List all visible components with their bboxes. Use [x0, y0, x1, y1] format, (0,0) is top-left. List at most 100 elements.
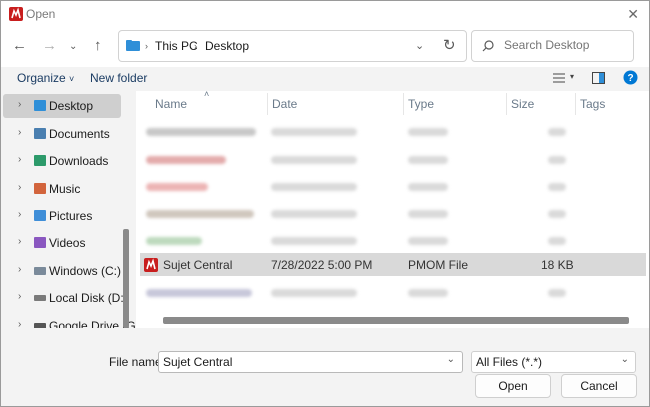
- expand-chevron-icon[interactable]: ›: [18, 264, 21, 275]
- app-file-icon: [144, 258, 158, 272]
- navigation-scrollbar[interactable]: [123, 229, 129, 328]
- new-folder-button[interactable]: New folder: [90, 71, 147, 85]
- sidebar-item-downloads[interactable]: › Downloads: [3, 149, 121, 173]
- up-arrow-icon[interactable]: ↑: [94, 37, 102, 54]
- column-header-date[interactable]: Date: [272, 97, 297, 111]
- address-bar[interactable]: › This PC › Desktop ⌄ ↻: [118, 30, 467, 62]
- navigation-pane: › Desktop › Documents › Downloads › Musi…: [1, 91, 136, 328]
- obscured-text: [271, 183, 357, 191]
- obscured-text: [548, 128, 566, 136]
- expand-chevron-icon[interactable]: ›: [18, 182, 21, 193]
- file-row-obscured[interactable]: [140, 148, 646, 171]
- sidebar-item-local-disk-d[interactable]: › Local Disk (D:): [3, 286, 128, 310]
- svg-text:?: ?: [627, 73, 633, 84]
- column-divider[interactable]: [403, 93, 404, 115]
- obscured-text: [408, 183, 448, 191]
- forward-arrow-icon[interactable]: →: [42, 37, 57, 54]
- sidebar-item-label: Local Disk (D:): [49, 291, 128, 305]
- obscured-text: [271, 156, 357, 164]
- expand-chevron-icon[interactable]: ›: [18, 291, 21, 302]
- desktop-icon: [34, 100, 46, 111]
- close-icon[interactable]: ✕: [627, 6, 639, 23]
- file-row-obscured[interactable]: [140, 281, 646, 304]
- obscured-text: [548, 156, 566, 164]
- videos-icon: [34, 237, 46, 248]
- file-row-obscured[interactable]: [140, 120, 646, 143]
- sidebar-item-label: Documents: [49, 127, 110, 141]
- file-name-dropdown-chevron-icon[interactable]: ⌄: [447, 354, 455, 365]
- horizontal-scrollbar[interactable]: [163, 317, 629, 324]
- music-icon: [34, 183, 46, 194]
- file-row-obscured[interactable]: [140, 229, 646, 252]
- title-bar: Open ✕: [1, 1, 649, 27]
- view-options-icon[interactable]: [553, 73, 565, 83]
- sidebar-item-label: Music: [49, 182, 81, 196]
- sidebar-item-label: Windows (C:): [49, 264, 122, 278]
- downloads-icon: [34, 155, 46, 166]
- app-logo-icon: [9, 7, 23, 21]
- file-type-select[interactable]: All Files (*.*) ⌄: [471, 351, 636, 373]
- back-arrow-icon[interactable]: ←: [12, 37, 27, 54]
- obscured-text: [408, 210, 448, 218]
- column-header-type[interactable]: Type: [408, 97, 434, 111]
- obscured-text: [146, 183, 208, 191]
- open-dialog: Open ✕ ← → ⌄ ↑ › This PC › Desktop ⌄ ↻ S…: [0, 0, 650, 407]
- search-input[interactable]: [502, 37, 631, 53]
- file-type-value: All Files (*.*): [476, 355, 543, 369]
- recent-locations-chevron-icon[interactable]: ⌄: [69, 41, 77, 52]
- obscured-text: [271, 210, 357, 218]
- expand-chevron-icon[interactable]: ›: [18, 127, 21, 138]
- expand-chevron-icon[interactable]: ›: [18, 236, 21, 247]
- sidebar-item-videos[interactable]: › Videos: [3, 231, 121, 255]
- obscured-text: [271, 289, 357, 297]
- organize-menu[interactable]: Organize ˅: [17, 71, 74, 85]
- file-row-obscured[interactable]: [140, 175, 646, 198]
- file-name-field[interactable]: Sujet Central: [163, 355, 232, 369]
- file-name-combobox[interactable]: Sujet Central ⌄: [158, 351, 463, 373]
- organize-chevron-icon: ˅: [69, 74, 75, 84]
- view-options-chevron-icon[interactable]: ▾: [570, 72, 574, 81]
- preview-pane-icon[interactable]: [592, 72, 605, 84]
- expand-chevron-icon[interactable]: ›: [18, 154, 21, 165]
- cancel-button[interactable]: Cancel: [561, 374, 637, 398]
- column-header-name[interactable]: Name: [155, 97, 187, 111]
- sidebar-item-google-drive[interactable]: › Google Drive (G: [3, 314, 136, 328]
- sidebar-item-desktop[interactable]: › Desktop: [3, 94, 121, 118]
- obscured-text: [548, 237, 566, 245]
- column-header-tags[interactable]: Tags: [580, 97, 605, 111]
- search-box[interactable]: [471, 30, 634, 62]
- command-bar: Organize ˅ New folder ▾ ?: [1, 67, 649, 91]
- file-type: PMOM File: [408, 258, 468, 272]
- breadcrumb-this-pc[interactable]: This PC: [155, 39, 198, 53]
- organize-label: Organize: [17, 71, 66, 85]
- obscured-text: [146, 237, 202, 245]
- refresh-icon[interactable]: ↻: [443, 36, 456, 54]
- sidebar-item-pictures[interactable]: › Pictures: [3, 204, 121, 228]
- address-dropdown-chevron-icon[interactable]: ⌄: [415, 39, 424, 52]
- file-type-chevron-icon[interactable]: ⌄: [621, 354, 629, 365]
- expand-chevron-icon[interactable]: ›: [18, 209, 21, 220]
- sort-ascending-icon: ˄: [204, 91, 210, 99]
- column-divider[interactable]: [506, 93, 507, 115]
- column-divider[interactable]: [575, 93, 576, 115]
- sidebar-item-windows-c[interactable]: › Windows (C:): [3, 259, 121, 283]
- column-divider[interactable]: [267, 93, 268, 115]
- file-row-selected[interactable]: Sujet Central 7/28/2022 5:00 PM PMOM Fil…: [140, 253, 646, 276]
- sidebar-item-label: Pictures: [49, 209, 93, 223]
- expand-chevron-icon[interactable]: ›: [18, 99, 21, 110]
- breadcrumb-separator-icon: ›: [145, 41, 148, 51]
- pictures-icon: [34, 210, 46, 221]
- file-row-obscured[interactable]: [140, 202, 646, 225]
- help-icon[interactable]: ?: [623, 70, 638, 85]
- sidebar-item-documents[interactable]: › Documents: [3, 122, 121, 146]
- open-button[interactable]: Open: [475, 374, 551, 398]
- navigation-bar: ← → ⌄ ↑ › This PC › Desktop ⌄ ↻: [1, 27, 649, 67]
- column-header-size[interactable]: Size: [511, 97, 534, 111]
- expand-chevron-icon[interactable]: ›: [18, 319, 21, 328]
- file-list: ˄ Name Date Type Size Tags Sujet Central…: [136, 91, 649, 328]
- sidebar-item-music[interactable]: › Music: [3, 177, 121, 201]
- dialog-footer: File name: Sujet Central ⌄ All Files (*.…: [1, 328, 649, 406]
- breadcrumb-desktop[interactable]: Desktop: [205, 39, 249, 53]
- obscured-text: [408, 128, 448, 136]
- drive-icon: [34, 267, 46, 275]
